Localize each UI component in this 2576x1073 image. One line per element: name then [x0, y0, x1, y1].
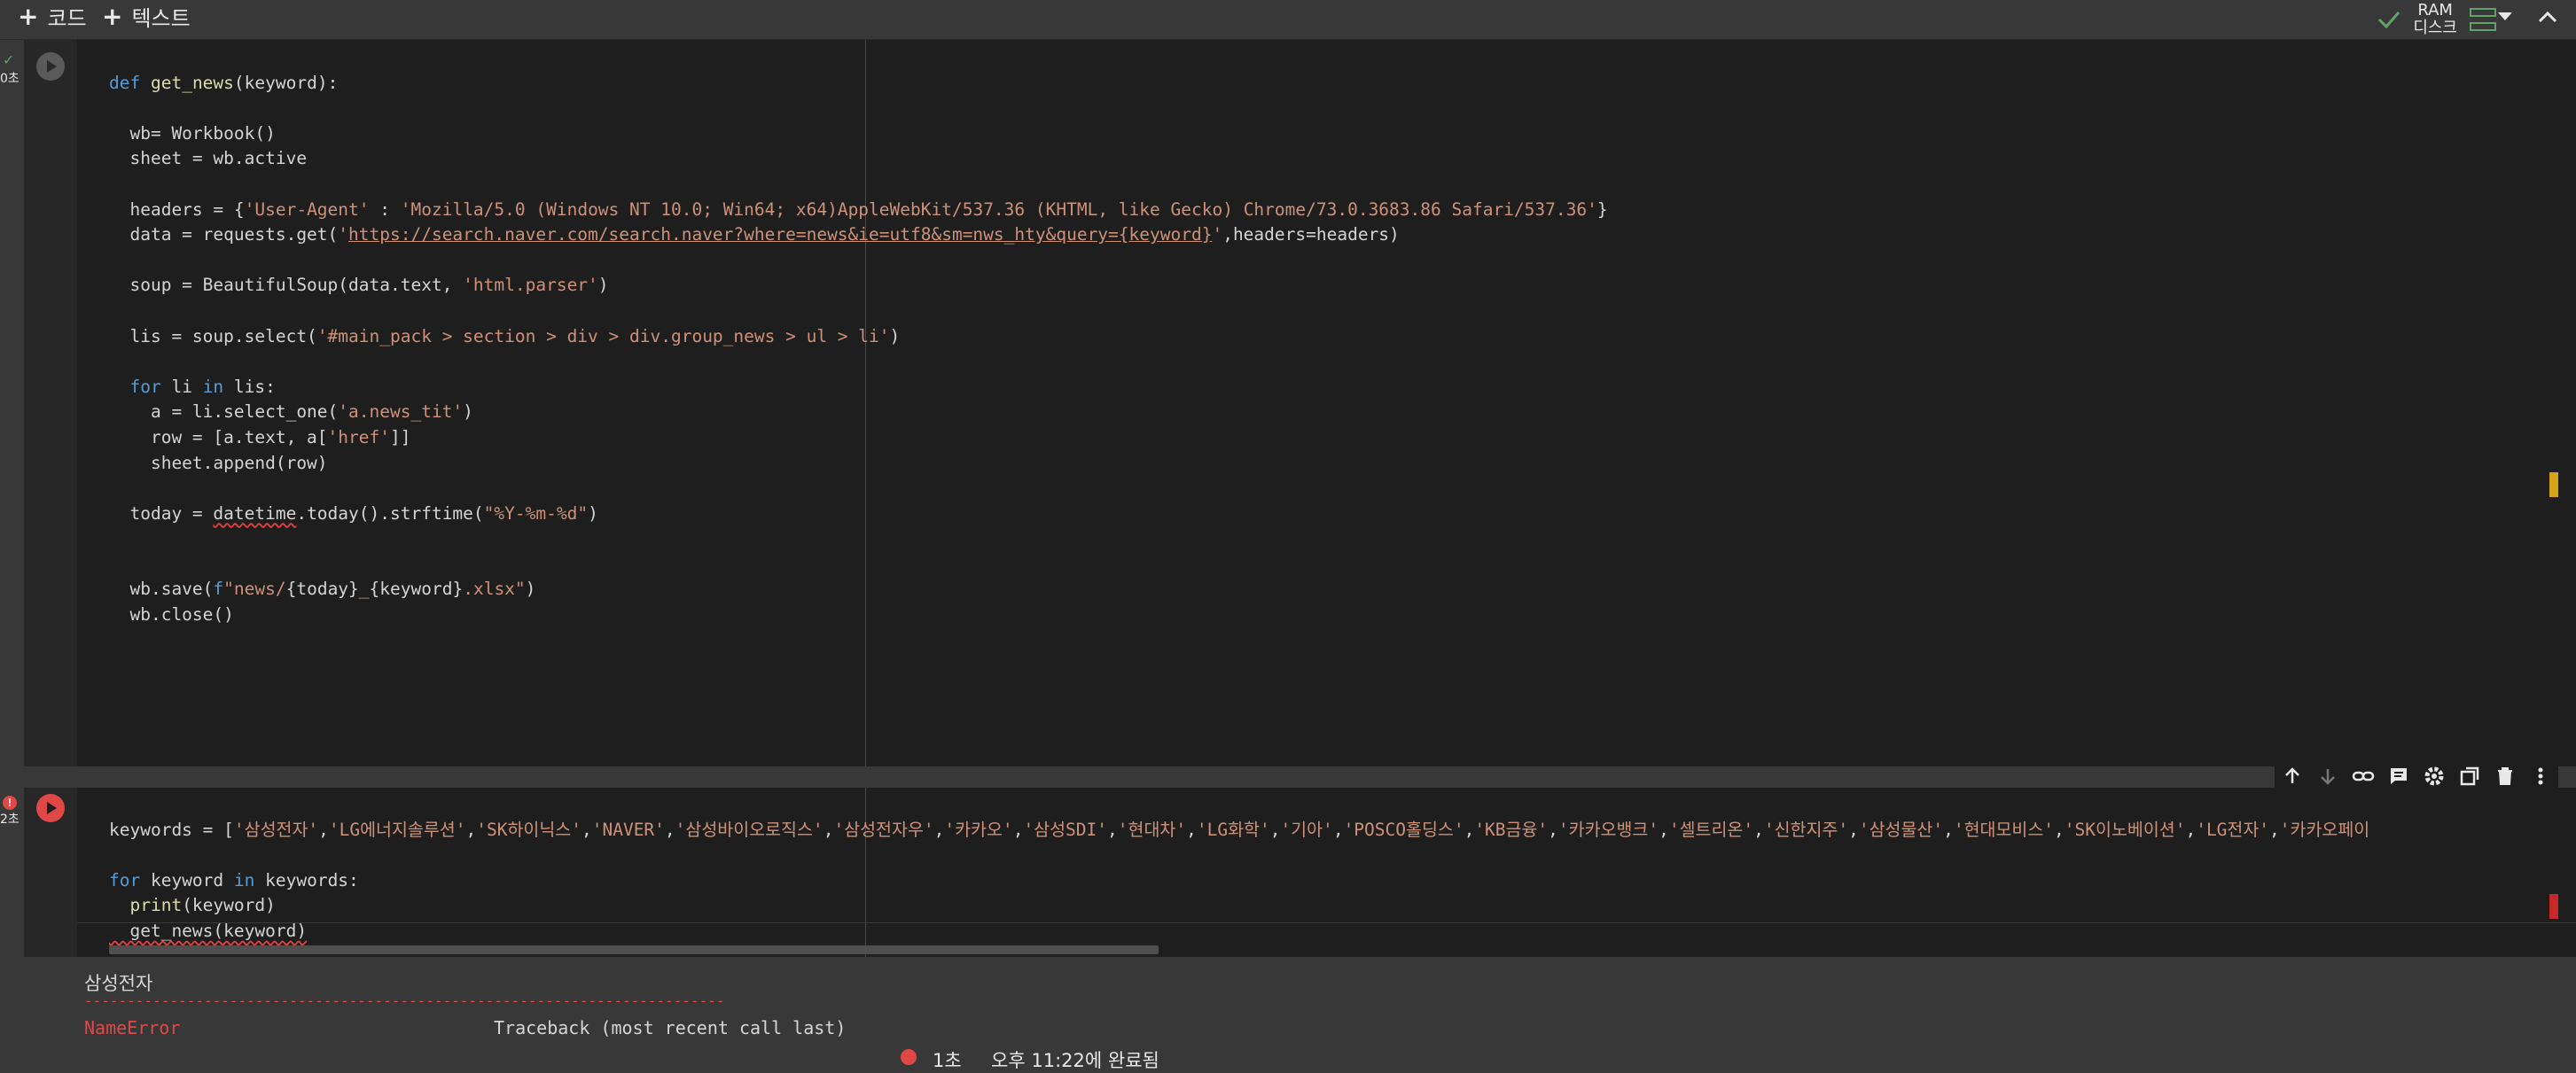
- output-divider: ----------------------------------------…: [84, 992, 725, 1009]
- code-line: keywords = ['삼성전자','LG에너지솔루션','SK하이닉스','…: [109, 819, 2370, 840]
- chevron-up-icon[interactable]: [2535, 5, 2560, 30]
- run-cell-button[interactable]: [35, 51, 66, 82]
- disk-label: 디스크: [2413, 19, 2457, 37]
- exec-success-mark: ✓: [4, 51, 13, 69]
- resources-dropdown-icon[interactable]: [2498, 12, 2512, 20]
- arrow-down-icon: [2321, 769, 2335, 785]
- comment-icon: [2391, 768, 2407, 784]
- ram-usage-bar: [2470, 8, 2496, 17]
- error-name: NameError: [84, 1017, 181, 1038]
- mirror-cell-icon: [2460, 766, 2479, 786]
- plus-icon: +: [18, 1, 39, 31]
- status-bar: 1초 오후 11:22에 완료됨: [0, 1046, 2576, 1071]
- code-line: headers = {'User-Agent' : 'Mozilla/5.0 (…: [109, 198, 1608, 220]
- code-line: print(keyword): [129, 895, 276, 916]
- code-line: def get_news(keyword):: [109, 72, 339, 93]
- code-editor[interactable]: def get_news(keyword): wb= Workbook() sh…: [109, 45, 1608, 653]
- code-line: a = li.select_one('a.news_tit'): [109, 401, 473, 423]
- arrow-up-icon: [2285, 767, 2299, 783]
- disk-usage-bar: [2470, 22, 2496, 31]
- exec-time: 0초: [0, 72, 20, 86]
- code-line: soup = BeautifulSoup(data.text, 'html.pa…: [109, 275, 609, 296]
- add-text-label: 텍스트: [131, 5, 191, 31]
- code-cell-2[interactable]: keywords = ['삼성전자','LG에너지솔루션','SK하이닉스','…: [24, 788, 2576, 957]
- code-line: for li in lis:: [129, 376, 276, 397]
- code-editor[interactable]: keywords = ['삼성전자','LG에너지솔루션','SK하이닉스','…: [109, 792, 2369, 969]
- scrollbar-marker-warning: [2549, 472, 2558, 497]
- code-line: sheet.append(row): [109, 452, 328, 473]
- traceback-label: Traceback (most recent call last): [494, 1017, 847, 1038]
- code-line: for keyword in keywords:: [109, 869, 359, 890]
- error-status-icon: [901, 1049, 917, 1065]
- code-line: sheet = wb.active: [109, 148, 308, 169]
- more-vert-icon: [2538, 767, 2543, 785]
- add-code-label: 코드: [47, 5, 87, 31]
- code-line: data = requests.get('https://search.nave…: [109, 224, 1400, 245]
- trash-icon: [2498, 767, 2512, 785]
- code-line: lis = soup.select('#main_pack > section …: [109, 325, 901, 346]
- add-code-button[interactable]: + 코드: [18, 0, 87, 32]
- scrollbar-marker-error: [2549, 894, 2558, 919]
- exec-error-mark: !: [3, 796, 17, 810]
- cell-output: 삼성전자 -----------------------------------…: [24, 957, 2576, 1046]
- resources-indicator[interactable]: RAM 디스크: [2377, 0, 2496, 39]
- ram-label: RAM: [2417, 1, 2453, 19]
- code-line: today = datetime.today().strftime("%Y-%m…: [109, 502, 598, 524]
- link-icon: [2352, 771, 2375, 781]
- add-text-button[interactable]: + 텍스트: [102, 0, 191, 32]
- cell1-gutter: ✓ 0초: [0, 40, 24, 766]
- gear-icon: [2424, 766, 2444, 786]
- code-line: wb.save(f"news/{today}_{keyword}.xlsx"): [109, 579, 536, 600]
- exec-time: 2초: [0, 813, 20, 827]
- code-line: get_news(keyword): [109, 920, 308, 941]
- code-line: row = [a.text, a['href']]: [109, 426, 411, 447]
- check-icon: [2378, 12, 2400, 29]
- code-cell-1[interactable]: def get_news(keyword): wb= Workbook() sh…: [24, 40, 2576, 766]
- run-cell-button[interactable]: [35, 793, 66, 823]
- toolbar: + 코드 + 텍스트 RAM 디스크: [0, 0, 2576, 40]
- plus-icon: +: [102, 1, 123, 31]
- status-text: 1초 오후 11:22에 완료됨: [933, 1050, 1159, 1071]
- horizontal-scrollbar[interactable]: [109, 945, 1159, 954]
- code-line: wb.close(): [109, 604, 234, 626]
- code-line: wb= Workbook(): [109, 122, 276, 144]
- cell2-gutter: ! 2초: [0, 788, 24, 957]
